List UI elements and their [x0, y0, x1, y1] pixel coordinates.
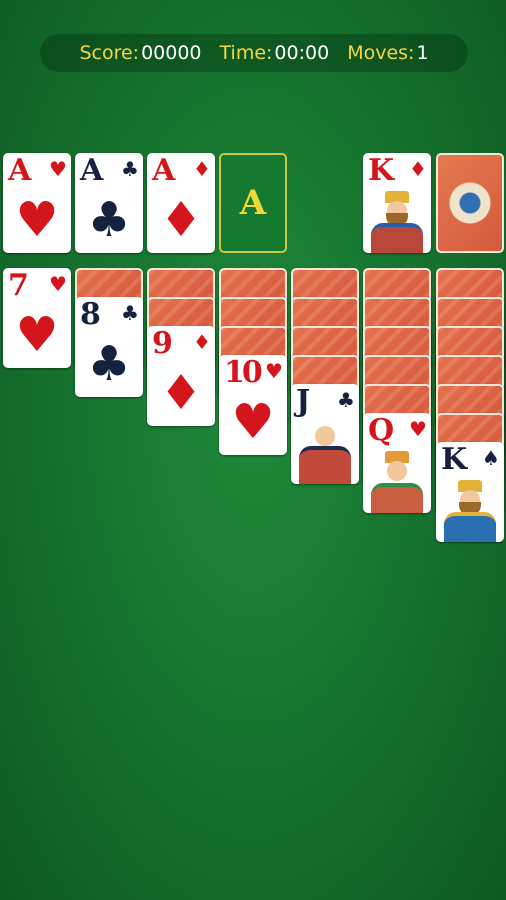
card-rank: 7 [8, 268, 29, 303]
diamond-icon: ♦ [193, 330, 211, 354]
stock-pile[interactable] [436, 153, 504, 253]
heart-icon: ♥ [409, 417, 427, 441]
heart-icon: ♥ [15, 307, 59, 363]
card-rank: 10 [224, 355, 263, 390]
jack-portrait-icon [299, 422, 351, 484]
club-icon: ♣ [87, 192, 131, 248]
score-label: Score: [79, 42, 140, 64]
waste-pile-king[interactable]: K ♦ [363, 153, 431, 253]
moves-value: 1 [416, 42, 429, 64]
heart-icon: ♥ [265, 359, 283, 383]
spade-icon: ♠ [482, 446, 500, 470]
time-value: 00:00 [274, 42, 330, 64]
moves-label: Moves: [347, 42, 415, 64]
card-rank: 9 [152, 326, 173, 361]
club-icon: ♣ [337, 388, 355, 412]
tableau-card-king-spades[interactable]: K ♠ [436, 442, 504, 542]
card-rank: A [8, 153, 32, 188]
card-rank: K [441, 442, 468, 477]
card-rank: Q [368, 413, 395, 448]
tableau-card-7-hearts[interactable]: 7 ♥ ♥ [3, 268, 71, 368]
moves-display: Moves: 1 [347, 42, 428, 64]
king-portrait-icon [371, 191, 423, 253]
tableau-card-8-clubs[interactable]: 8 ♣ ♣ [75, 297, 143, 397]
card-rank: A [152, 153, 176, 188]
card-rank: K [368, 153, 395, 188]
score-value: 00000 [141, 42, 202, 64]
status-bar: Score: 00000 Time: 00:00 Moves: 1 [40, 34, 468, 72]
king-portrait-icon [444, 480, 496, 542]
time-display: Time: 00:00 [220, 42, 330, 64]
heart-icon: ♥ [49, 272, 67, 296]
foundation-clubs[interactable]: A ♣ ♣ [75, 153, 143, 253]
club-icon: ♣ [87, 336, 131, 392]
club-icon: ♣ [121, 157, 139, 181]
tableau-card-9-diamonds[interactable]: 9 ♦ ♦ [147, 326, 215, 426]
tableau-card-queen-hearts[interactable]: Q ♥ [363, 413, 431, 513]
foundation-hearts[interactable]: A ♥ ♥ [3, 153, 71, 253]
queen-portrait-icon [371, 451, 423, 513]
card-rank: J [296, 384, 311, 419]
foundation-placeholder-label: A [239, 183, 267, 223]
heart-icon: ♥ [49, 157, 67, 181]
heart-icon: ♥ [231, 394, 275, 450]
foundation-diamonds[interactable]: A ♦ ♦ [147, 153, 215, 253]
club-icon: ♣ [121, 301, 139, 325]
diamond-icon: ♦ [193, 157, 211, 181]
heart-icon: ♥ [15, 192, 59, 248]
time-label: Time: [219, 42, 273, 64]
tableau-card-10-hearts[interactable]: 10 ♥ ♥ [219, 355, 287, 455]
card-rank: A [80, 153, 104, 188]
diamond-icon: ♦ [159, 365, 203, 421]
card-rank: 8 [80, 297, 101, 332]
tableau-card-jack-clubs[interactable]: J ♣ [291, 384, 359, 484]
foundation-empty-slot[interactable]: A [219, 153, 287, 253]
diamond-icon: ♦ [159, 192, 203, 248]
score-display: Score: 00000 [79, 42, 201, 64]
diamond-icon: ♦ [409, 157, 427, 181]
